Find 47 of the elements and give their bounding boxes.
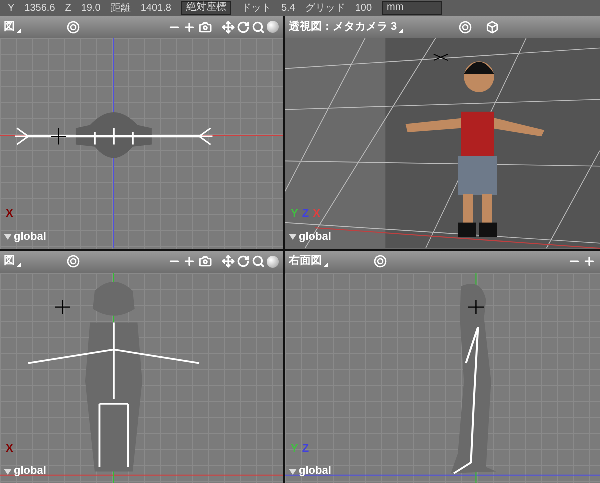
field-value: 1356.6 (24, 2, 56, 16)
field-label: Y (8, 2, 15, 16)
crosshair-icon (50, 128, 68, 146)
axis-label: Z (302, 442, 310, 456)
target-icon[interactable] (67, 255, 80, 268)
crosshair-icon (54, 299, 71, 315)
crosshair-icon (468, 299, 485, 315)
field-value: 5.4 (281, 2, 296, 16)
rotate-icon[interactable] (237, 255, 250, 268)
zoom-in-icon[interactable] (183, 255, 196, 268)
zoom-in-icon[interactable] (583, 255, 596, 268)
axis-label: Z (302, 207, 310, 222)
view-dropdown[interactable]: 図 (4, 22, 21, 32)
space-dropdown[interactable]: global (289, 466, 332, 477)
field-label: 距離 (110, 2, 131, 16)
field-label: グリッド (305, 2, 346, 16)
space-dropdown[interactable]: global (4, 232, 46, 242)
field-value: 19.0 (81, 2, 101, 16)
camera-icon[interactable] (199, 255, 212, 268)
coord-mode-dropdown[interactable]: 絶対座標 (181, 1, 232, 15)
field-value: 100 (355, 2, 372, 16)
axis-label: Y (291, 207, 298, 222)
axis-label: Y (291, 442, 298, 456)
space-dropdown[interactable]: global (4, 466, 46, 477)
search-icon[interactable] (252, 255, 265, 268)
target-icon[interactable] (67, 20, 80, 34)
field-label: ドット (241, 2, 272, 16)
target-icon[interactable] (459, 20, 472, 34)
move-icon[interactable] (222, 255, 235, 268)
axis-label: X (313, 207, 320, 222)
search-icon[interactable] (252, 20, 265, 34)
axis-label: X (6, 442, 14, 456)
rotate-icon[interactable] (237, 20, 250, 34)
cube-icon[interactable] (486, 20, 500, 34)
view-dropdown[interactable]: 右面図 (289, 256, 328, 267)
space-dropdown[interactable]: global (289, 232, 332, 242)
move-icon[interactable] (222, 20, 235, 34)
unit-dropdown[interactable]: mm (382, 1, 442, 15)
field-label: Z (65, 2, 72, 16)
view-dropdown[interactable]: 透視図：メタカメラ 3 (289, 22, 404, 32)
cross-mark-icon (433, 54, 449, 62)
zoom-in-icon[interactable] (183, 20, 196, 34)
camera-icon[interactable] (199, 20, 212, 34)
axis-label: X (6, 207, 14, 222)
target-icon[interactable] (374, 255, 387, 268)
view-dropdown[interactable]: 図 (4, 256, 21, 267)
field-value: 1401.8 (140, 2, 172, 16)
